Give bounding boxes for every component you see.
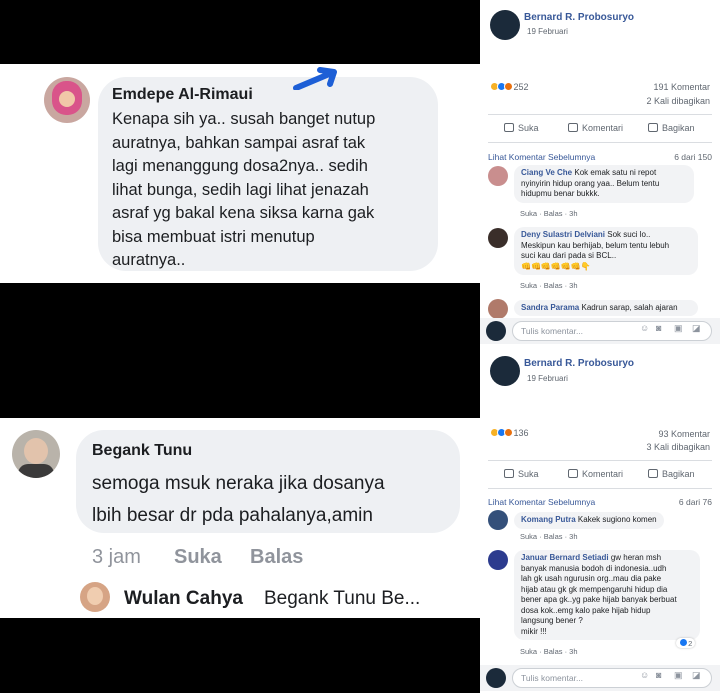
avatar	[80, 582, 110, 612]
reply-link[interactable]: Balas	[250, 546, 303, 569]
comment-text: semoga msuk neraka jika dosanya lbih bes…	[92, 473, 385, 526]
comment-pages: 6 dari 76	[678, 497, 712, 507]
commenter-name: Emdepe Al-Rimaui	[112, 86, 253, 103]
commenter-name[interactable]: Ciang Ve Che	[521, 168, 572, 177]
write-comment-bar: Tulis komentar... ☺ ◙ ▣ ◪	[480, 318, 720, 344]
comment-like-count[interactable]: 2	[676, 638, 696, 648]
share-button[interactable]: Bagikan	[648, 469, 695, 479]
avatar	[486, 321, 506, 341]
commenter-name[interactable]: Deny Sulastri Delviani	[521, 230, 605, 239]
comment-text: Kenapa sih ya.. susah banget nutup aurat…	[112, 110, 376, 269]
commenter-name: Begank Tunu	[92, 442, 193, 459]
angry-icon	[504, 428, 513, 437]
comment: Deny Sulastri Delviani Sok suci lo.. Mes…	[514, 227, 698, 275]
view-previous-comments[interactable]: Lihat Komentar Sebelumnya	[488, 152, 595, 162]
comment-meta[interactable]: Suka · Balas · 3h	[520, 647, 578, 656]
arrow-icon	[293, 67, 337, 90]
comment-text: Kakek sugiono komen	[577, 515, 657, 524]
comment-button[interactable]: Komentari	[568, 123, 623, 133]
commenter-name[interactable]: Januar Bernard Setiadi	[521, 553, 609, 562]
comment: Januar Bernard Setiadi gw heran msh bany…	[514, 550, 700, 640]
thumbs-up-icon	[504, 469, 514, 478]
avatar[interactable]	[490, 356, 520, 386]
avatar[interactable]	[488, 510, 508, 530]
avatar[interactable]	[488, 166, 508, 186]
emoji-icon[interactable]: ☺	[640, 323, 649, 333]
share-count[interactable]: 3 Kali dibagikan	[646, 442, 710, 452]
post-2: Bernard R. Probosuryo 19 Februari 136 93…	[480, 346, 720, 693]
comment-count[interactable]: 93 Komentar	[658, 429, 710, 439]
sticker-icon[interactable]: ◪	[692, 323, 701, 334]
reactions[interactable]: 136	[490, 428, 529, 438]
comment-icon	[568, 123, 578, 132]
comment: Komang Putra Kakek sugiono komen	[514, 512, 664, 529]
camera-icon[interactable]: ◙	[656, 670, 661, 680]
post-author[interactable]: Bernard R. Probosuryo	[524, 358, 634, 369]
like-button[interactable]: Suka	[504, 123, 539, 133]
comment-count[interactable]: 191 Komentar	[653, 82, 710, 92]
post-1: Bernard R. Probosuryo 19 Februari 252 19…	[480, 0, 720, 346]
share-icon	[648, 123, 658, 132]
comment-meta[interactable]: Suka · Balas · 3h	[520, 532, 578, 541]
divider	[488, 142, 712, 143]
divider	[488, 460, 712, 461]
avatar	[44, 77, 90, 123]
commenter-name[interactable]: Komang Putra	[521, 515, 576, 524]
reactions[interactable]: 252	[490, 82, 529, 92]
comment-emdepe: Emdepe Al-Rimaui Kenapa sih ya.. susah b…	[0, 64, 480, 283]
camera-icon[interactable]: ◙	[656, 323, 661, 333]
facebook-feed: Bernard R. Probosuryo 19 Februari 252 19…	[480, 0, 720, 693]
emoji-icon[interactable]: ☺	[640, 670, 649, 680]
comment-time: 3 jam	[92, 546, 141, 568]
screenshot-collage-left: Emdepe Al-Rimaui Kenapa sih ya.. susah b…	[0, 0, 480, 693]
post-date[interactable]: 19 Februari	[527, 27, 568, 36]
share-count[interactable]: 2 Kali dibagikan	[646, 96, 710, 106]
comment: Ciang Ve Che Kok emak satu ni repot nyin…	[514, 165, 694, 203]
commenter-name[interactable]: Sandra Parama	[521, 303, 579, 312]
divider	[488, 114, 712, 115]
comment-icon	[568, 469, 578, 478]
comment-pages: 6 dari 150	[674, 152, 712, 162]
gif-icon[interactable]: ▣	[674, 670, 683, 681]
avatar[interactable]	[490, 10, 520, 40]
write-comment-bar: Tulis komentar... ☺ ◙ ▣ ◪	[480, 665, 720, 691]
reaction-count: 252	[513, 82, 529, 92]
reply-text: Begank Tunu Be...	[264, 588, 421, 609]
share-icon	[648, 469, 658, 478]
like-link[interactable]: Suka	[174, 546, 222, 569]
comment-text: gw heran msh banyak manusia bodoh di ind…	[521, 553, 677, 636]
reaction-count: 136	[513, 428, 529, 438]
view-previous-comments[interactable]: Lihat Komentar Sebelumnya	[488, 497, 595, 507]
like-icon	[679, 638, 688, 647]
post-date[interactable]: 19 Februari	[527, 374, 568, 383]
like-button[interactable]: Suka	[504, 469, 539, 479]
reply-author: Wulan Cahya	[124, 588, 243, 609]
gif-icon[interactable]: ▣	[674, 323, 683, 334]
comment-meta[interactable]: Suka · Balas · 3h	[520, 209, 578, 218]
comment-begank: Begank Tunu semoga msuk neraka jika dosa…	[0, 418, 480, 618]
avatar[interactable]	[488, 550, 508, 570]
angry-icon	[504, 82, 513, 91]
sticker-icon[interactable]: ◪	[692, 670, 701, 681]
avatar	[12, 430, 60, 478]
comment-text: Kadrun sarap, salah ajaran	[581, 303, 678, 312]
comment: Sandra Parama Kadrun sarap, salah ajaran	[514, 300, 698, 316]
comment-meta[interactable]: Suka · Balas · 3h	[520, 281, 578, 290]
post-author[interactable]: Bernard R. Probosuryo	[524, 12, 634, 23]
avatar[interactable]	[488, 228, 508, 248]
comment-button[interactable]: Komentari	[568, 469, 623, 479]
divider	[488, 488, 712, 489]
avatar[interactable]	[488, 299, 508, 319]
avatar	[486, 668, 506, 688]
share-button[interactable]: Bagikan	[648, 123, 695, 133]
thumbs-up-icon	[504, 123, 514, 132]
